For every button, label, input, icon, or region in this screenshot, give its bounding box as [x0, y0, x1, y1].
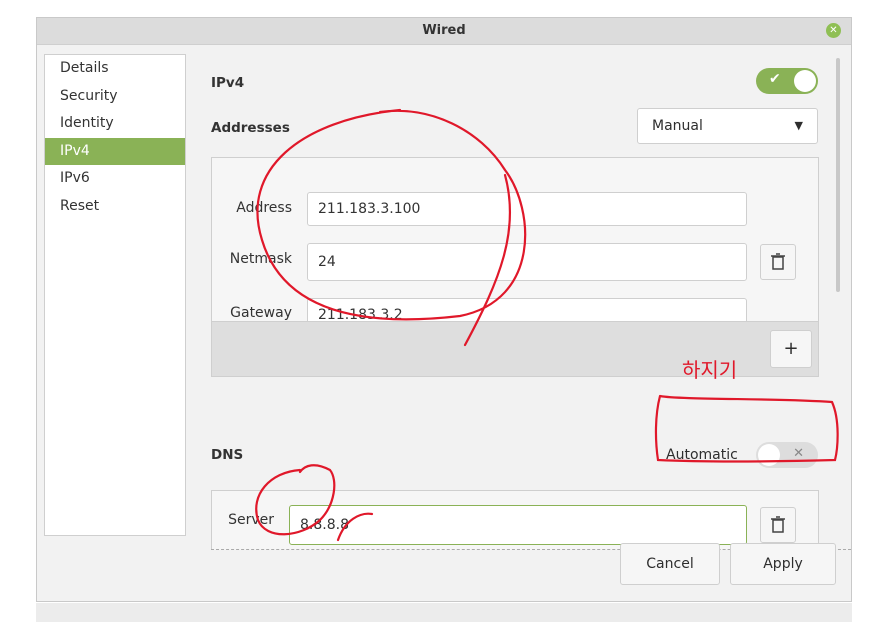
ipv4-method-value: Manual	[652, 118, 703, 134]
ipv4-section-label: IPv4	[211, 75, 245, 91]
sidebar-item-ipv4[interactable]: IPv4	[45, 137, 185, 165]
addresses-panel-footer: +	[212, 321, 818, 376]
titlebar[interactable]: Wired ✕	[37, 18, 851, 45]
scrollbar[interactable]	[836, 58, 840, 292]
dns-panel: Server 8.8.8.8	[211, 490, 819, 550]
server-label: Server	[228, 512, 274, 528]
ipv4-method-dropdown[interactable]: Manual ▼	[637, 108, 818, 144]
wired-settings-window: Wired ✕ Details Security Identity IPv4 I…	[36, 17, 852, 602]
toggle-knob	[794, 70, 816, 92]
sidebar-item-details[interactable]: Details	[45, 55, 185, 83]
addresses-label: Addresses	[211, 120, 290, 136]
address-input[interactable]: 211.183.3.100	[307, 192, 747, 226]
dns-automatic-label: Automatic	[666, 447, 738, 463]
add-address-button[interactable]: +	[770, 330, 812, 368]
netmask-input[interactable]: 24	[307, 243, 747, 281]
dns-automatic-toggle[interactable]: ✕	[756, 442, 818, 468]
netmask-label: Netmask	[229, 251, 292, 267]
check-icon: ✔	[769, 71, 781, 87]
toggle-knob	[758, 444, 780, 466]
sidebar: Details Security Identity IPv4 IPv6 Rese…	[44, 54, 186, 536]
gateway-label: Gateway	[230, 305, 292, 321]
sidebar-item-reset[interactable]: Reset	[45, 193, 185, 221]
delete-address-button[interactable]	[760, 244, 796, 280]
delete-dns-button[interactable]	[760, 507, 796, 543]
background-window-strip	[36, 603, 852, 622]
dns-label: DNS	[211, 447, 244, 463]
chevron-down-icon: ▼	[794, 119, 803, 132]
sidebar-item-ipv6[interactable]: IPv6	[45, 165, 185, 193]
close-icon[interactable]: ✕	[826, 23, 841, 38]
ipv4-enable-toggle[interactable]: ✔	[756, 68, 818, 94]
sidebar-item-security[interactable]: Security	[45, 83, 185, 111]
close-icon: ✕	[793, 446, 804, 461]
address-label: Address	[236, 200, 292, 216]
trash-icon	[771, 253, 785, 270]
addresses-panel: Address 211.183.3.100 Netmask 24 Gateway…	[211, 157, 819, 377]
apply-button[interactable]: Apply	[730, 543, 836, 585]
cancel-button[interactable]: Cancel	[620, 543, 720, 585]
sidebar-item-identity[interactable]: Identity	[45, 110, 185, 138]
trash-icon	[771, 516, 785, 533]
window-title: Wired	[422, 23, 466, 38]
dns-server-input[interactable]: 8.8.8.8	[289, 505, 747, 545]
